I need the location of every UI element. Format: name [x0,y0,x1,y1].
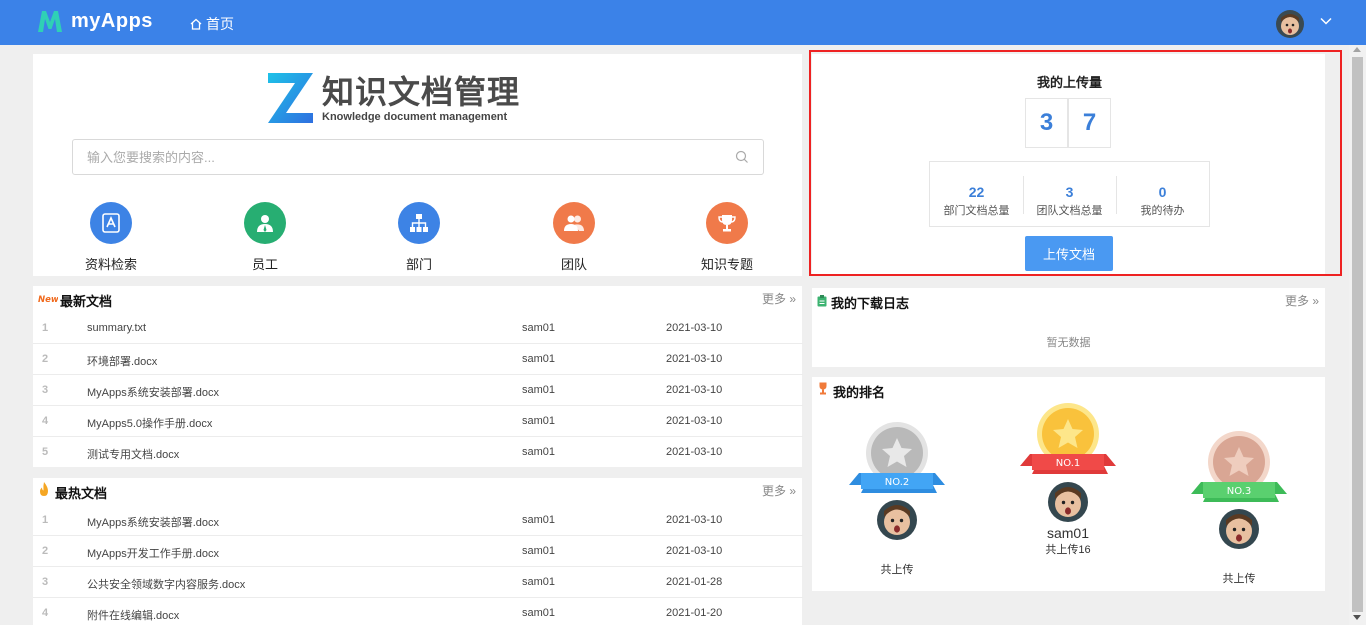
highlight-frame [809,50,1342,276]
doc-name[interactable]: summary.txt [87,322,146,334]
more-link[interactable]: 更多 » [1285,292,1319,309]
rank-upload-count: 共上传16 [1045,544,1091,556]
app-logo[interactable]: myApps [36,8,153,34]
search-input[interactable] [73,140,713,174]
new-badge-icon: New [38,295,58,304]
avatar [1048,482,1088,522]
quick-link-label: 团队 [560,257,587,272]
rank-second[interactable]: 共上传 [847,500,947,577]
quick-link-label: 资料检索 [84,257,137,272]
brand-name: myApps [71,9,153,32]
doc-name[interactable]: MyApps系统安装部署.docx [87,514,219,530]
table-row[interactable]: 3 公共安全领域数字内容服务.docx sam01 2021-01-28 [33,567,803,598]
scrollbar-thumb[interactable] [1352,57,1363,612]
quick-link-team[interactable]: 团队 [529,202,619,273]
svg-text:NO.3: NO.3 [1227,486,1252,497]
rank-upload-count: 共上传 [1222,573,1256,585]
scroll-down-arrow-icon[interactable] [1353,615,1361,620]
avatar [877,500,917,540]
search-panel: 知识文档管理 Knowledge document management 资料检… [33,54,802,276]
rank-user-name: sam01 [1046,525,1090,541]
more-link[interactable]: 更多 » [762,290,796,307]
nav-home[interactable]: 首页 [190,14,234,34]
doc-name[interactable]: MyApps系统安装部署.docx [87,384,219,400]
table-row[interactable]: 4 MyApps5.0操作手册.docx sam01 2021-03-10 [33,406,803,437]
doc-name[interactable]: 环境部署.docx [87,353,157,369]
top-bar: myApps 首页 [0,0,1366,45]
scroll-up-arrow-icon[interactable] [1353,47,1361,52]
kd-title: 知识文档管理 [322,73,521,110]
search-icon[interactable] [735,150,749,164]
bronze-medal-icon: NO.3 [1191,431,1287,502]
panel-header: New 最新文档 更多 » [33,286,802,314]
panel-header: 最热文档 更多 » [33,478,802,506]
nav-home-label: 首页 [206,16,234,32]
doc-name[interactable]: 测试专用文档.docx [87,446,179,462]
trophy-icon [819,382,827,395]
table-row[interactable]: 1 MyApps系统安装部署.docx sam01 2021-03-10 [33,505,803,536]
panel-title: 最新文档 [60,294,113,309]
ranking-panel: 我的排名 NO.1 sam01 共上传16 NO.2 共上传 NO.3 共上传 [812,377,1325,591]
quick-link-department[interactable]: 部门 [374,202,464,273]
trophy-icon [706,202,748,244]
quick-link-employee[interactable]: 员工 [220,202,310,273]
kd-logo: 知识文档管理 Knowledge document management [266,70,520,126]
gold-medal-icon: NO.1 [1020,403,1116,474]
download-log-panel: 我的下载日志 更多 » 暂无数据 [812,288,1325,367]
quick-link-label: 部门 [405,257,432,272]
quick-link-search[interactable]: 资料检索 [66,202,156,273]
page-scrollbar[interactable] [1349,45,1366,625]
latest-docs-panel: New 最新文档 更多 » 1 summary.txt sam01 2021-03-1… [33,286,803,468]
table-row[interactable]: 5 测试专用文档.docx sam01 2021-03-10 [33,437,803,468]
svg-text:New: New [38,295,58,304]
table-row[interactable]: 4 附件在线编辑.docx sam01 2021-01-20 [33,598,803,625]
panel-header: 我的排名 [812,377,1325,405]
search-box [72,139,764,175]
table-row[interactable]: 2 环境部署.docx sam01 2021-03-10 [33,344,803,375]
panel-title: 我的排名 [833,385,886,400]
quick-link-label: 员工 [251,257,278,272]
quick-link-topics[interactable]: 知识专题 [682,202,772,273]
kd-subtitle: Knowledge document management [322,110,508,123]
org-chart-icon [398,202,440,244]
team-icon [553,202,595,244]
doc-name[interactable]: 公共安全领域数字内容服务.docx [87,576,245,592]
flame-icon [40,482,48,496]
more-link[interactable]: 更多 » [762,482,796,499]
z-logo-icon [268,73,313,123]
chevron-down-icon[interactable] [1320,16,1332,26]
table-row[interactable]: 3 MyApps系统安装部署.docx sam01 2021-03-10 [33,375,803,406]
panel-title: 最热文档 [55,486,108,501]
empty-state: 暂无数据 [1046,337,1091,349]
clipboard-icon [817,295,827,307]
panel-header: 我的下载日志 更多 » [812,288,1325,316]
table-row[interactable]: 2 MyApps开发工作手册.docx sam01 2021-03-10 [33,536,803,567]
avatar [1219,509,1259,549]
quick-link-label: 知识专题 [700,257,753,272]
rank-third[interactable]: 共上传 [1189,509,1289,586]
user-avatar[interactable] [1276,10,1304,38]
hot-docs-panel: 最热文档 更多 » 1 MyApps系统安装部署.docx sam01 2021-03… [33,478,803,625]
rank-first[interactable]: sam01 共上传16 [1018,482,1118,557]
panel-title: 我的下载日志 [831,296,910,311]
myapps-logo-icon [38,11,62,32]
employee-icon [244,202,286,244]
home-icon [190,18,202,30]
search-file-icon [90,202,132,244]
rank-upload-count: 共上传 [880,564,914,576]
svg-text:NO.2: NO.2 [885,477,910,488]
doc-name[interactable]: MyApps5.0操作手册.docx [87,415,212,431]
svg-text:NO.1: NO.1 [1056,458,1081,469]
doc-name[interactable]: MyApps开发工作手册.docx [87,545,219,561]
table-row[interactable]: 1 summary.txt sam01 2021-03-10 [33,313,803,344]
silver-medal-icon: NO.2 [849,422,945,493]
doc-name[interactable]: 附件在线编辑.docx [87,607,179,623]
